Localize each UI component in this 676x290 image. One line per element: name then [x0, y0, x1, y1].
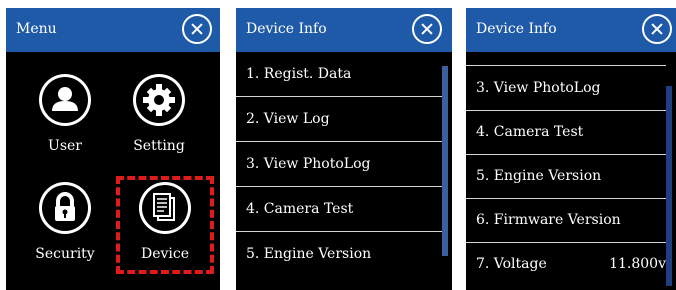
list-item[interactable]: 2. View Log: [236, 97, 442, 142]
device-info-titlebar: Device Info: [236, 8, 452, 52]
list-item-label: 7. Voltage: [476, 256, 547, 272]
setting-label: Setting: [133, 138, 185, 154]
security-tile[interactable]: Security: [20, 182, 110, 290]
list-item-label: 4. Camera Test: [476, 124, 584, 140]
device-info-title: Device Info: [246, 21, 327, 37]
list-item-partial: [466, 52, 666, 66]
setting-tile[interactable]: Setting: [114, 74, 204, 184]
list-item[interactable]: 5. Engine Version: [236, 232, 442, 276]
list-item-label: 5. Engine Version: [476, 168, 602, 184]
security-label: Security: [35, 246, 95, 262]
list-item-label: 2. View Log: [246, 111, 330, 127]
user-tile[interactable]: User: [20, 74, 110, 184]
device-info-titlebar: Device Info: [466, 8, 676, 52]
gear-icon: [133, 74, 185, 126]
device-highlight-box: [116, 176, 214, 274]
list-item[interactable]: 6. Firmware Version: [466, 198, 666, 243]
close-icon[interactable]: [412, 14, 442, 44]
scrollbar[interactable]: [666, 86, 672, 286]
list-item-label: 6. Firmware Version: [476, 212, 621, 228]
voltage-value: 11.800v: [609, 256, 666, 272]
menu-titlebar: Menu: [6, 8, 220, 52]
device-info-screen-1: Device Info 1. Regist. Data 2. View Log …: [236, 8, 452, 290]
close-icon[interactable]: [642, 14, 672, 44]
device-info-title: Device Info: [476, 21, 557, 37]
list-item[interactable]: 4. Camera Test: [466, 110, 666, 155]
device-info-screen-2: Device Info 3. View PhotoLog 4. Camera T…: [466, 8, 676, 290]
list-item-label: 3. View PhotoLog: [246, 156, 371, 172]
scrollbar[interactable]: [442, 66, 448, 256]
menu-screen: Menu User Setting Security Device: [6, 8, 220, 290]
close-icon[interactable]: [182, 14, 212, 44]
list-item[interactable]: 3. View PhotoLog: [466, 66, 666, 111]
list-item-label: 1. Regist. Data: [246, 66, 352, 82]
list-item[interactable]: 4. Camera Test: [236, 187, 442, 232]
list-item[interactable]: 5. Engine Version: [466, 154, 666, 199]
list-item[interactable]: 7. Voltage 11.800v: [466, 242, 666, 286]
menu-title: Menu: [16, 21, 57, 37]
list-item-label: 4. Camera Test: [246, 201, 354, 217]
list-item-label: 5. Engine Version: [246, 246, 372, 262]
list-item-label: 3. View PhotoLog: [476, 80, 601, 96]
list-item[interactable]: 1. Regist. Data: [236, 52, 442, 97]
list-item[interactable]: 3. View PhotoLog: [236, 142, 442, 187]
user-label: User: [48, 138, 82, 154]
user-icon: [39, 74, 91, 126]
lock-icon: [39, 182, 91, 234]
